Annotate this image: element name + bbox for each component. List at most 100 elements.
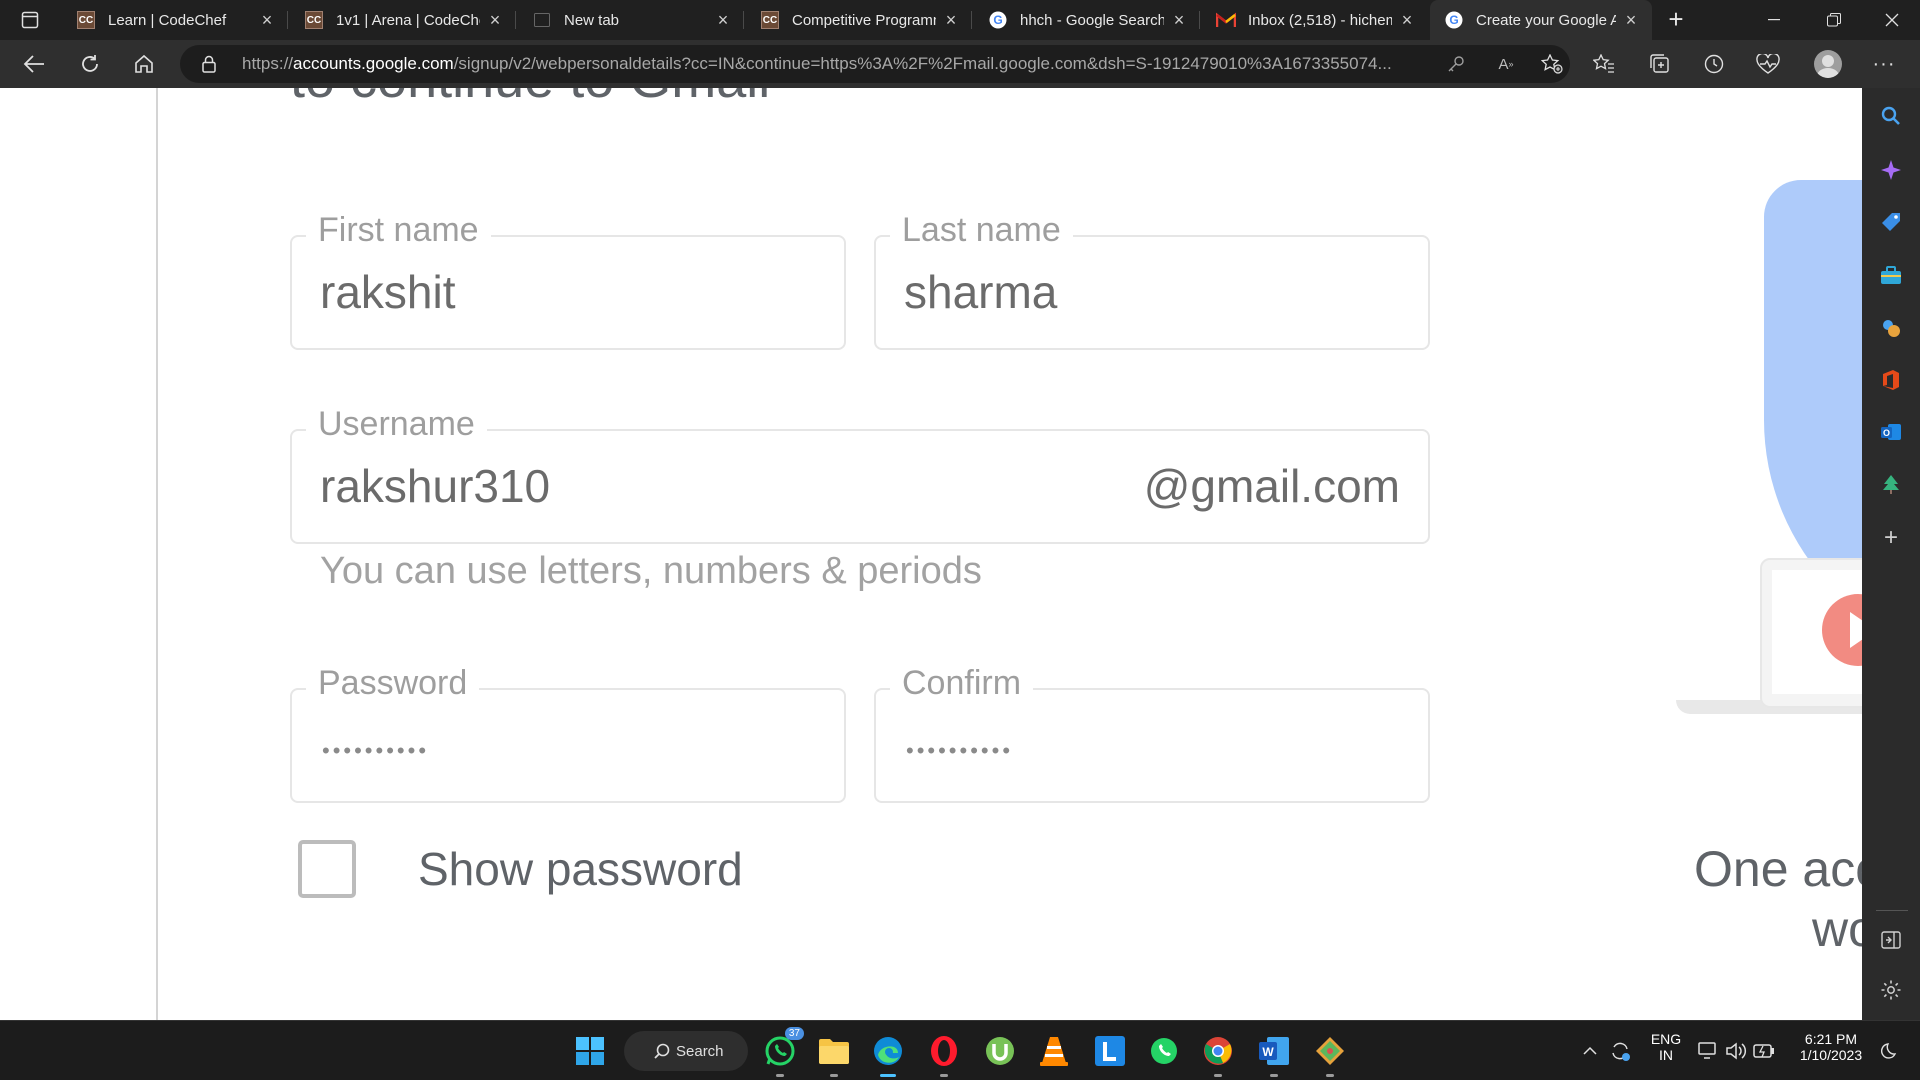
- sidebar-discover-icon[interactable]: [1879, 158, 1903, 182]
- svg-text:W: W: [1262, 1045, 1274, 1059]
- clock[interactable]: 6:21 PM 1/10/2023: [1786, 1031, 1876, 1063]
- show-password-label[interactable]: Show password: [418, 840, 743, 898]
- tab-google-search[interactable]: G hhch - Google Search ×: [974, 0, 1200, 40]
- heart-pulse-icon: [1756, 54, 1780, 74]
- back-button[interactable]: [18, 48, 50, 80]
- tab-create-google-account[interactable]: G Create your Google Account ×: [1430, 0, 1652, 40]
- taskbar-git-app[interactable]: [1312, 1033, 1348, 1077]
- taskbar-whatsapp-web[interactable]: 37: [762, 1027, 804, 1077]
- sidebar-search-icon[interactable]: [1879, 104, 1903, 128]
- utorrent-icon: [986, 1037, 1014, 1065]
- taskbar-search-button[interactable]: Search: [624, 1031, 748, 1071]
- username-value[interactable]: rakshur310: [320, 431, 1229, 541]
- chevron-up-icon: [1583, 1046, 1597, 1055]
- close-tab-icon[interactable]: ×: [1398, 11, 1416, 29]
- history-button[interactable]: [1698, 48, 1730, 80]
- sidebar-outlook-icon[interactable]: O: [1879, 420, 1903, 444]
- password-field[interactable]: Password ••••••••••: [290, 664, 846, 803]
- edge-icon: [874, 1037, 902, 1065]
- sidebar-tree-icon[interactable]: [1879, 472, 1903, 496]
- new-tab-button[interactable]: +: [1660, 4, 1692, 36]
- close-tab-icon[interactable]: ×: [714, 11, 732, 29]
- tab-gmail-inbox[interactable]: Inbox (2,518) - hichem ×: [1202, 0, 1428, 40]
- running-indicator: [1326, 1074, 1334, 1077]
- tray-sync-button[interactable]: [1604, 1035, 1636, 1067]
- close-tab-icon[interactable]: ×: [942, 11, 960, 29]
- add-favorite-icon[interactable]: [1540, 53, 1564, 75]
- back-arrow-icon: [23, 55, 44, 73]
- sidebar-settings-icon[interactable]: [1879, 978, 1903, 1002]
- taskbar-vlc[interactable]: [1036, 1033, 1072, 1069]
- collections-button[interactable]: [1644, 48, 1676, 80]
- tab-title: hhch - Google Search: [1020, 11, 1164, 29]
- sidebar-games-icon[interactable]: [1879, 316, 1903, 340]
- confirm-password-field[interactable]: Confirm ••••••••••: [874, 664, 1430, 803]
- password-value[interactable]: ••••••••••: [322, 738, 429, 764]
- folder-icon: [819, 1039, 849, 1064]
- tab-title: Competitive Programming: [792, 11, 936, 29]
- settings-more-button[interactable]: ···: [1868, 48, 1900, 80]
- taskbar-word[interactable]: W: [1256, 1033, 1292, 1077]
- username-field[interactable]: Username rakshur310 @gmail.com: [290, 405, 1430, 544]
- search-icon: [654, 1043, 670, 1059]
- tab-arena-codechef[interactable]: CC 1v1 | Arena | CodeChef ×: [290, 0, 516, 40]
- confirm-password-value[interactable]: ••••••••••: [906, 738, 1013, 764]
- running-indicator: [776, 1074, 784, 1077]
- region-code: IN: [1659, 1047, 1673, 1063]
- profile-avatar[interactable]: [1814, 50, 1842, 78]
- url-text[interactable]: https://accounts.google.com/signup/v2/we…: [242, 45, 1422, 83]
- taskbar-l-app[interactable]: [1092, 1033, 1128, 1069]
- sidebar-add-icon[interactable]: +: [1879, 524, 1903, 551]
- minimize-button[interactable]: [1746, 0, 1802, 40]
- home-button[interactable]: [128, 48, 160, 80]
- lock-icon[interactable]: [202, 55, 216, 78]
- first-name-field[interactable]: First name rakshit: [290, 211, 846, 350]
- address-bar[interactable]: https://accounts.google.com/signup/v2/we…: [180, 45, 1570, 83]
- tab-new-tab[interactable]: New tab ×: [518, 0, 744, 40]
- taskbar-chrome[interactable]: [1200, 1033, 1236, 1077]
- tray-overflow-button[interactable]: [1574, 1035, 1606, 1067]
- favorites-button[interactable]: [1588, 48, 1620, 80]
- sidebar-collapse-icon[interactable]: [1879, 928, 1903, 952]
- refresh-button[interactable]: [74, 48, 106, 80]
- language-indicator[interactable]: ENG IN: [1646, 1031, 1686, 1063]
- notifications-button[interactable]: [1876, 1035, 1904, 1067]
- restore-icon: [1827, 13, 1841, 27]
- taskbar-file-explorer[interactable]: [816, 1033, 852, 1077]
- taskbar-edge[interactable]: [870, 1033, 906, 1077]
- show-password-checkbox[interactable]: [298, 840, 356, 898]
- sidebar-tools-icon[interactable]: [1879, 264, 1903, 288]
- sidebar-office-icon[interactable]: [1879, 368, 1903, 392]
- last-name-field[interactable]: Last name sharma: [874, 211, 1430, 350]
- windows-taskbar: Search 37 W ENG IN 6:21 PM 1/10/2023: [0, 1020, 1920, 1080]
- home-icon: [135, 54, 153, 73]
- network-icon[interactable]: [1694, 1035, 1722, 1067]
- browser-essentials-button[interactable]: [1752, 48, 1784, 80]
- restore-button[interactable]: [1806, 0, 1862, 40]
- start-button[interactable]: [572, 1033, 608, 1069]
- tab-competitive-programming[interactable]: CC Competitive Programming ×: [746, 0, 972, 40]
- volume-icon[interactable]: [1722, 1035, 1750, 1067]
- taskbar-whatsapp[interactable]: [1146, 1033, 1182, 1069]
- password-key-icon[interactable]: [1444, 53, 1468, 75]
- page-divider: [156, 88, 158, 1020]
- svg-text:G: G: [1449, 13, 1458, 27]
- tab-divider: [743, 11, 744, 29]
- codechef-icon: CC: [304, 10, 324, 30]
- first-name-value[interactable]: rakshit: [320, 237, 762, 347]
- battery-icon[interactable]: [1750, 1035, 1778, 1067]
- last-name-value[interactable]: sharma: [904, 237, 1346, 347]
- l-app-icon: [1095, 1036, 1125, 1066]
- git-diamond-icon: [1316, 1037, 1344, 1065]
- read-aloud-icon[interactable]: A»: [1494, 53, 1518, 75]
- taskbar-utorrent[interactable]: [982, 1033, 1018, 1069]
- tab-learn-codechef[interactable]: CC Learn | CodeChef ×: [62, 0, 288, 40]
- close-tab-icon[interactable]: ×: [486, 11, 504, 29]
- sidebar-shopping-icon[interactable]: [1879, 210, 1903, 234]
- close-tab-icon[interactable]: ×: [1622, 11, 1640, 29]
- taskbar-opera[interactable]: [926, 1033, 962, 1077]
- tab-actions-button[interactable]: [10, 6, 50, 34]
- close-window-button[interactable]: [1864, 0, 1920, 40]
- close-tab-icon[interactable]: ×: [258, 11, 276, 29]
- close-tab-icon[interactable]: ×: [1170, 11, 1188, 29]
